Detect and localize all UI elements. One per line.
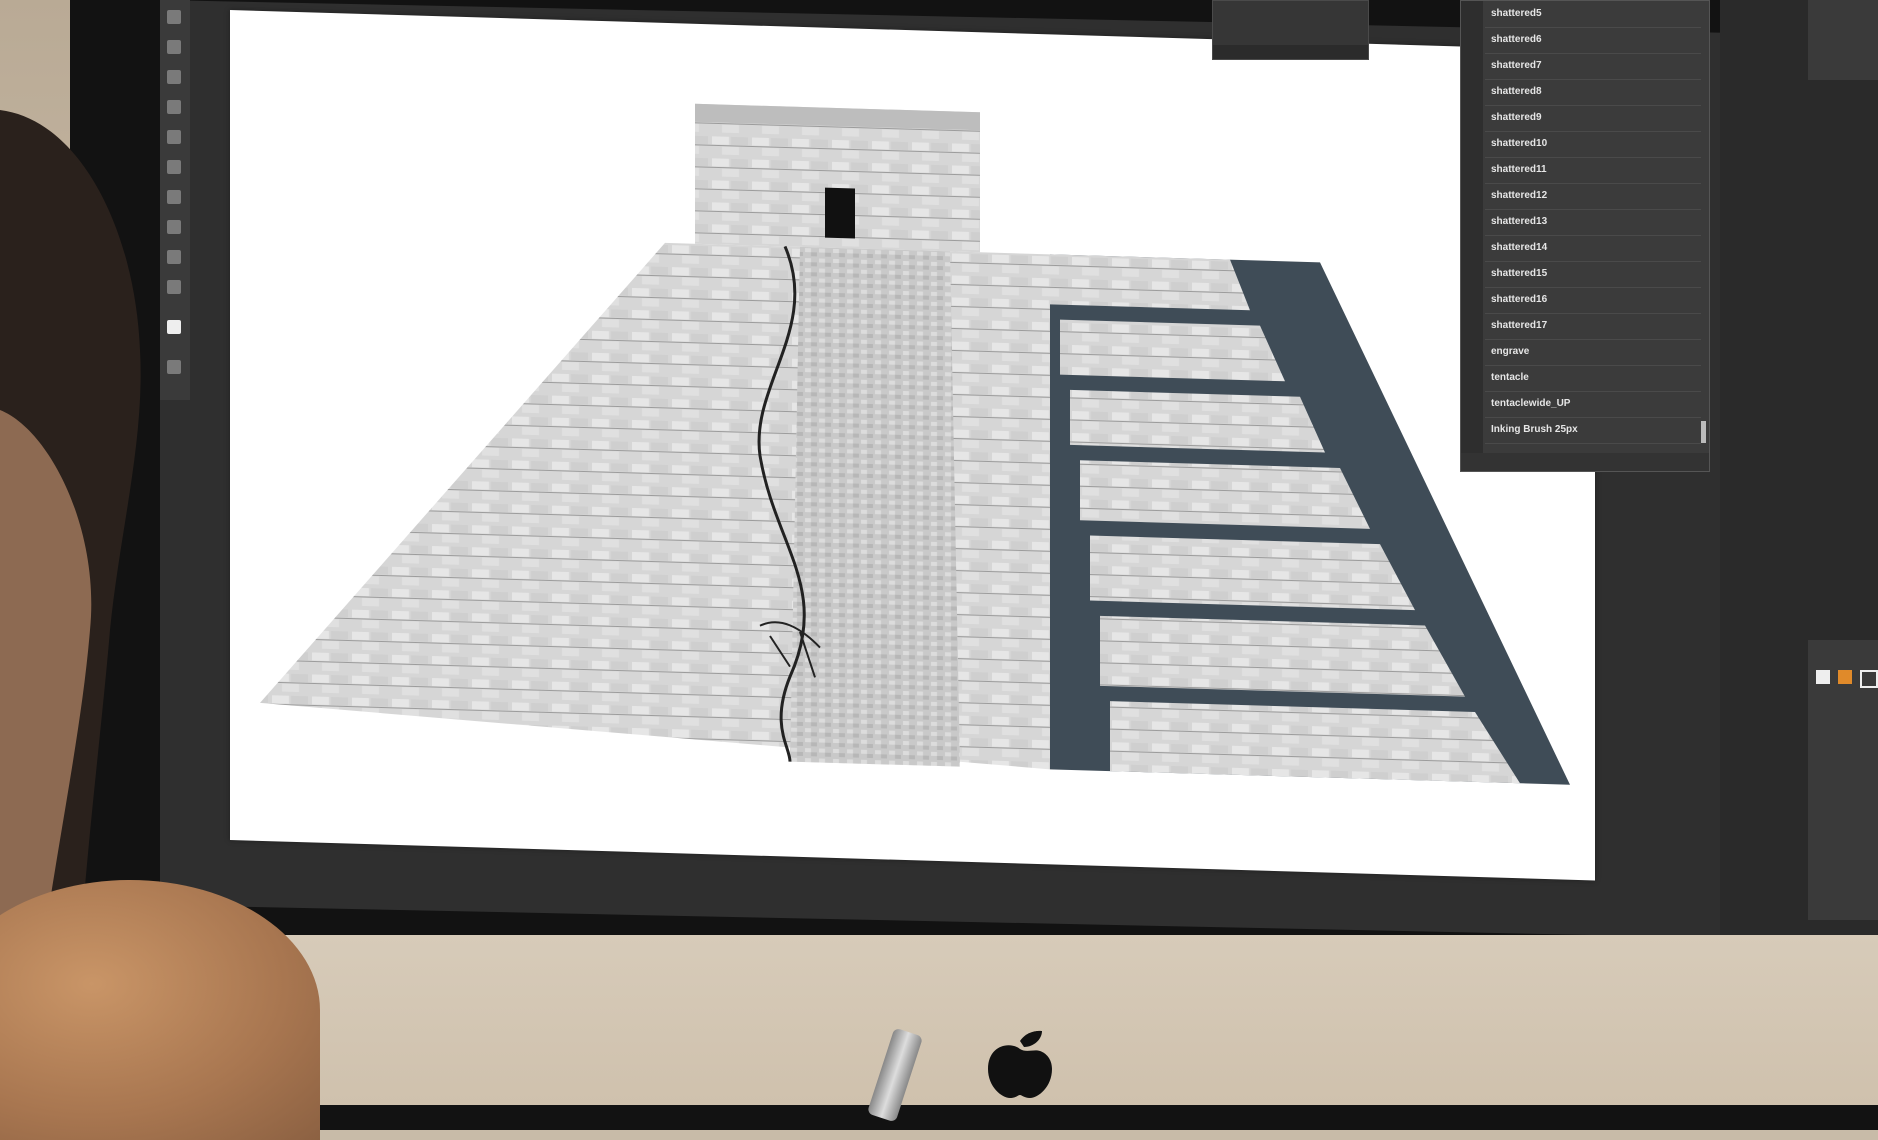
brush-item[interactable]: shattered11 (1485, 157, 1701, 184)
brush-item[interactable]: shattered5 (1485, 1, 1701, 28)
brush-item[interactable]: shattered13 (1485, 209, 1701, 236)
apple-logo-icon (988, 1030, 1052, 1098)
brush-panel-scrollbar[interactable] (1701, 421, 1706, 443)
brush-item[interactable]: shattered15 (1485, 261, 1701, 288)
marquee-tool-icon[interactable] (167, 40, 181, 54)
brush-item[interactable]: shattered9 (1485, 105, 1701, 132)
move-tool-icon[interactable] (167, 10, 181, 24)
dock-panel-adjustments[interactable] (1808, 640, 1878, 920)
brush-item[interactable]: shattered10 (1485, 131, 1701, 158)
status-bar (185, 848, 365, 864)
brush-item[interactable]: shattered7 (1485, 53, 1701, 80)
brush-item[interactable]: Inking Brush 25px (1485, 417, 1701, 444)
brush-item[interactable]: shattered12 (1485, 183, 1701, 210)
central-staircase (790, 246, 960, 767)
floating-panel-footer (1213, 45, 1368, 59)
brush-thumbnails-strip (1461, 1, 1483, 471)
dock-panel-layers[interactable] (1808, 0, 1878, 80)
document-canvas[interactable] (230, 10, 1595, 881)
brush-panel-footer (1461, 453, 1709, 471)
pyramid-artwork (260, 103, 1570, 785)
monitor-chin (70, 935, 1878, 1105)
lasso-tool-icon[interactable] (167, 70, 181, 84)
floating-panel[interactable] (1212, 0, 1369, 60)
brush-presets-panel[interactable]: shattered5 shattered6 shattered7 shatter… (1460, 0, 1710, 472)
brush-item[interactable]: shattered16 (1485, 287, 1701, 314)
brush-item[interactable]: shattered17 (1485, 313, 1701, 340)
swatch-icon[interactable] (1838, 670, 1852, 684)
temple-doorway (825, 187, 855, 239)
brush-item[interactable]: tentacle (1485, 365, 1701, 392)
brush-item[interactable]: shattered6 (1485, 27, 1701, 54)
swatch-icon[interactable] (1816, 670, 1830, 684)
brush-item[interactable]: shattered14 (1485, 235, 1701, 262)
brush-item[interactable]: engrave (1485, 339, 1701, 366)
swatch-icon[interactable] (1860, 670, 1878, 688)
brush-item[interactable]: tentaclewide_UP (1485, 391, 1701, 418)
brush-item[interactable]: shattered8 (1485, 79, 1701, 106)
